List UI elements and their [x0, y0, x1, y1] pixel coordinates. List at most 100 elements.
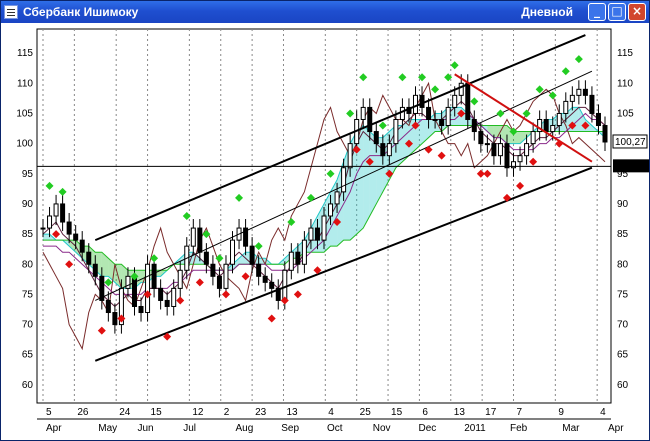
x-day-label-10: 15 [391, 407, 403, 418]
price-candle-63 [452, 94, 458, 108]
app-window: Сбербанк Ишимоку Дневной _ □ × 60 60 65 65 7… [0, 0, 650, 441]
price-candle-33 [256, 263, 262, 277]
price-candle-6 [79, 239, 85, 253]
x-day-label-14: 7 [517, 407, 523, 418]
x-day-label-1: 26 [77, 407, 89, 418]
price-candle-47 [347, 143, 353, 169]
price-candle-19 [164, 299, 170, 307]
x-day-label-9: 25 [360, 407, 372, 418]
price-candle-64 [458, 82, 464, 96]
y-tick-label-left-5: 85 [22, 229, 34, 240]
x-day-label-8: 4 [328, 407, 334, 418]
x-month-label-0: Apr [46, 423, 62, 434]
price-candle-18 [158, 287, 164, 301]
price-candle-67 [478, 131, 484, 145]
cloud-segment-0 [43, 234, 50, 241]
price-candle-10 [105, 299, 111, 314]
price-candle-5 [73, 233, 79, 241]
price-candle-32 [249, 245, 255, 265]
y-tick-label-right-5: 85 [617, 229, 629, 240]
price-candle-77 [543, 118, 549, 133]
x-day-label-12: 13 [454, 407, 466, 418]
price-candle-14 [131, 275, 137, 307]
price-candle-8 [92, 263, 98, 277]
price-candle-17 [151, 263, 157, 289]
price-candle-37 [282, 269, 288, 301]
x-month-label-10: Feb [510, 423, 528, 434]
price-candle-69 [491, 143, 497, 157]
price-candle-65 [465, 82, 471, 120]
y-tick-label-left-0: 60 [22, 380, 34, 391]
y-tick-label-left-6: 90 [22, 199, 34, 210]
price-candle-74 [524, 143, 530, 157]
price-candle-41 [308, 227, 314, 241]
price-candle-52 [380, 143, 386, 157]
price-candle-1 [47, 215, 53, 229]
last-price-label: 100,27 [615, 137, 646, 148]
price-candle-68 [484, 143, 490, 146]
y-tick-label-right-6: 90 [617, 199, 629, 210]
price-candle-83 [582, 88, 588, 96]
y-tick-label-left-3: 75 [22, 289, 34, 300]
price-candle-42 [314, 227, 320, 241]
x-month-label-12: Apr [608, 423, 624, 434]
price-candle-51 [373, 131, 379, 145]
price-candle-46 [341, 167, 347, 193]
price-candle-21 [177, 269, 183, 289]
price-candle-15 [138, 305, 144, 314]
price-candle-29 [230, 239, 236, 265]
x-month-label-9: 2011 [464, 423, 486, 434]
x-month-label-4: Aug [236, 423, 254, 434]
price-candle-60 [432, 118, 438, 121]
price-candle-82 [576, 88, 582, 96]
price-candle-39 [295, 251, 301, 265]
close-button[interactable]: × [628, 3, 646, 21]
y-tick-label-right-9: 105 [617, 108, 634, 119]
x-month-label-6: Oct [327, 423, 343, 434]
y-tick-label-right-2: 70 [617, 320, 629, 331]
price-candle-34 [262, 275, 268, 283]
price-candle-79 [556, 112, 562, 127]
price-candle-3 [60, 203, 66, 223]
y-tick-label-left-11: 115 [17, 48, 33, 59]
price-candle-40 [301, 239, 307, 265]
price-candle-49 [360, 106, 366, 120]
price-candle-55 [399, 106, 405, 120]
x-month-label-7: Nov [373, 423, 391, 434]
price-candle-11 [112, 312, 118, 326]
title-bar[interactable]: Сбербанк Ишимоку Дневной _ □ × [1, 1, 649, 23]
y-tick-label-right-10: 110 [617, 78, 633, 89]
x-month-label-3: Jul [183, 423, 196, 434]
price-candle-70 [497, 143, 503, 157]
price-candle-20 [171, 287, 177, 307]
y-tick-label-left-8: 100 [16, 139, 33, 150]
price-candle-73 [517, 155, 523, 163]
price-candle-71 [504, 143, 510, 169]
level-price-label: 96,2316 [614, 161, 649, 172]
price-candle-61 [439, 118, 445, 127]
price-candle-58 [419, 94, 425, 108]
price-candle-75 [530, 131, 536, 145]
maximize-button[interactable]: □ [608, 3, 626, 21]
price-candle-13 [125, 275, 131, 289]
x-day-label-7: 13 [286, 407, 298, 418]
chart-app-icon [4, 5, 18, 19]
x-month-label-2: Jun [137, 423, 153, 434]
x-month-label-5: Sep [281, 423, 299, 434]
price-candle-16 [145, 263, 151, 314]
price-candle-43 [321, 215, 327, 241]
ichimoku-chart[interactable]: 6060656570707575808085859090959510010010… [1, 23, 649, 440]
chart-area[interactable]: 6060656570707575808085859090959510010010… [1, 23, 649, 440]
x-day-label-2: 24 [119, 407, 131, 418]
price-candle-0 [40, 227, 46, 230]
price-candle-84 [589, 94, 595, 114]
price-candle-23 [190, 227, 196, 247]
price-candle-45 [334, 191, 340, 205]
period-label: Дневной [521, 5, 573, 19]
minimize-button[interactable]: _ [588, 3, 606, 21]
price-candle-57 [412, 94, 418, 114]
price-candle-24 [197, 227, 203, 253]
x-month-label-1: May [98, 423, 117, 434]
x-day-label-5: 2 [224, 407, 230, 418]
price-candle-2 [53, 203, 59, 217]
